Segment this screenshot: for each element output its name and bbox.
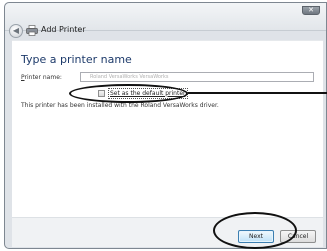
printer-name-label-text: rinter name: <box>24 74 62 81</box>
callout-leader-line <box>188 92 327 94</box>
callout-oval-next-button <box>213 212 297 249</box>
close-button[interactable]: ✕ <box>302 6 320 15</box>
installed-driver-note: This printer has been installed with the… <box>21 102 219 109</box>
window-title: Add Printer <box>41 25 86 34</box>
page-heading: Type a printer name <box>21 53 132 66</box>
printer-name-input[interactable]: Roland VersaWorks VersaWorks <box>80 72 314 82</box>
printer-name-label: Printer name: <box>21 74 62 81</box>
callout-oval-default-printer <box>69 84 188 103</box>
wizard-content: Type a printer name Printer name: Roland… <box>12 40 323 217</box>
back-arrow-icon[interactable]: ◀ <box>9 24 23 38</box>
printer-icon <box>26 25 38 36</box>
